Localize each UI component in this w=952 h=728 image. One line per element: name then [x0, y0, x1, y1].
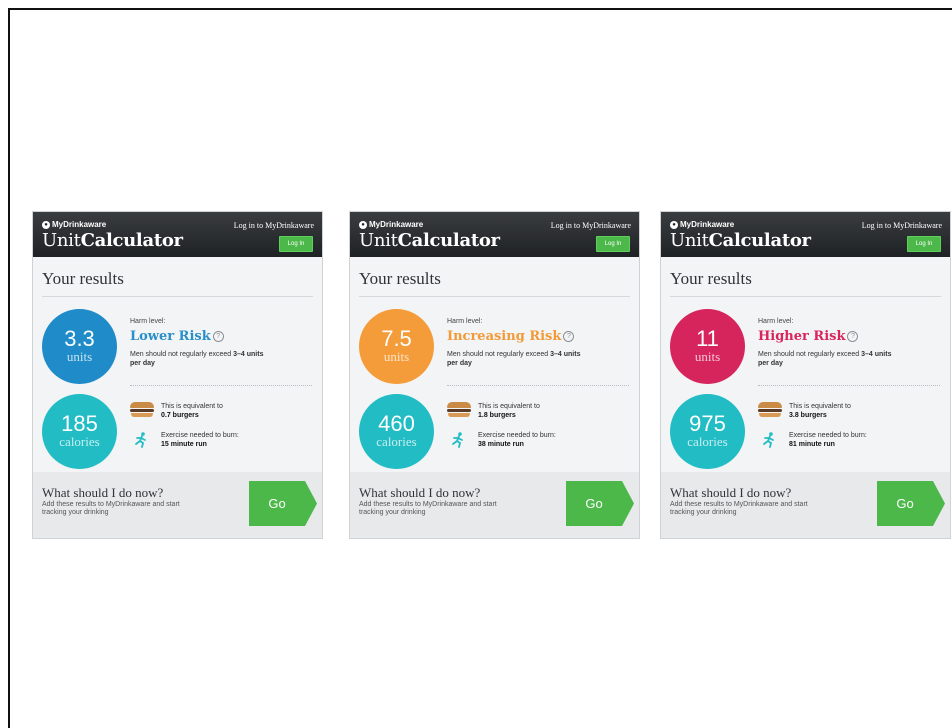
divider: [670, 296, 941, 297]
unit-calculator-card-lower-risk: ● MyDrinkaware UnitCalculator Log in to …: [32, 211, 323, 539]
brand-name: MyDrinkaware: [680, 220, 735, 229]
app-title: UnitCalculator: [359, 230, 500, 251]
log-in-button[interactable]: Log In: [907, 236, 941, 252]
results-heading: Your results: [359, 269, 441, 288]
what-next-text: Add these results to MyDrinkaware and st…: [670, 501, 808, 516]
units-label: units: [694, 349, 721, 364]
exercise-label: Exercise needed to burn:: [161, 432, 239, 439]
running-person-icon: [452, 432, 463, 448]
dotted-divider: [758, 385, 940, 386]
advice-text: Men should not regularly exceed 3–4 unit…: [447, 351, 581, 367]
login-prompt[interactable]: Log in to MyDrinkaware: [862, 221, 942, 230]
equivalent-label: This is equivalent to: [161, 403, 223, 410]
results-heading: Your results: [42, 269, 124, 288]
card-footer: What should I do now? Add these results …: [661, 472, 950, 538]
calories-value: 975: [689, 411, 726, 436]
what-next-text: Add these results to MyDrinkaware and st…: [42, 501, 180, 516]
advice-text: Men should not regularly exceed 3–4 unit…: [758, 351, 892, 367]
equivalent-label: This is equivalent to: [789, 403, 851, 410]
info-icon[interactable]: ?: [563, 331, 575, 342]
harm-level-label: Harm level:: [130, 318, 166, 325]
go-button-label[interactable]: Go: [877, 481, 933, 526]
units-label: units: [66, 349, 93, 364]
calories-value: 460: [378, 411, 415, 436]
calories-circle: 975 calories: [670, 394, 745, 469]
drinkaware-logo-icon: ●: [42, 220, 50, 229]
harm-level-value: Higher Risk?: [758, 329, 859, 344]
units-value: 3.3: [64, 326, 95, 351]
calories-label: calories: [687, 434, 728, 449]
unit-calculator-card-increasing-risk: ● MyDrinkaware UnitCalculator Log in to …: [349, 211, 640, 539]
harm-level-label: Harm level:: [758, 318, 794, 325]
exercise-label: Exercise needed to burn:: [478, 432, 556, 439]
info-icon[interactable]: ?: [847, 331, 859, 342]
info-icon[interactable]: ?: [212, 331, 224, 342]
burger-icon: [447, 402, 471, 417]
units-value: 7.5: [381, 326, 412, 351]
equivalent-value: 3.8 burgers: [789, 412, 827, 419]
running-person-icon: [135, 432, 146, 448]
equivalent-value: 0.7 burgers: [161, 412, 199, 419]
app-title: UnitCalculator: [42, 230, 183, 251]
calories-label: calories: [376, 434, 417, 449]
card-header: ● MyDrinkaware UnitCalculator Log in to …: [33, 212, 322, 257]
units-circle: 3.3 units: [42, 309, 117, 384]
equivalent-label: This is equivalent to: [478, 403, 540, 410]
divider: [359, 296, 630, 297]
log-in-button[interactable]: Log In: [279, 236, 313, 252]
units-circle: 7.5 units: [359, 309, 434, 384]
advice-text: Men should not regularly exceed 3–4 unit…: [130, 351, 264, 367]
units-value: 11: [696, 326, 719, 351]
dotted-divider: [130, 385, 312, 386]
running-person-icon: [763, 432, 774, 448]
unit-calculator-card-higher-risk: ● MyDrinkaware UnitCalculator Log in to …: [660, 211, 951, 539]
login-prompt[interactable]: Log in to MyDrinkaware: [234, 221, 314, 230]
exercise-value: 38 minute run: [478, 441, 524, 448]
go-button-label[interactable]: Go: [249, 481, 305, 526]
burger-icon: [130, 402, 154, 417]
card-footer: What should I do now? Add these results …: [350, 472, 639, 538]
brand-logo: ● MyDrinkaware: [670, 220, 734, 229]
calories-label: calories: [59, 434, 100, 449]
log-in-button[interactable]: Log In: [596, 236, 630, 252]
go-button-label[interactable]: Go: [566, 481, 622, 526]
what-next-heading: What should I do now?: [359, 485, 481, 500]
harm-level-value: Increasing Risk?: [447, 329, 575, 344]
login-prompt[interactable]: Log in to MyDrinkaware: [551, 221, 631, 230]
brand-name: MyDrinkaware: [369, 220, 424, 229]
exercise-label: Exercise needed to burn:: [789, 432, 867, 439]
card-header: ● MyDrinkaware UnitCalculator Log in to …: [661, 212, 950, 257]
app-title: UnitCalculator: [670, 230, 811, 251]
calories-value: 185: [61, 411, 98, 436]
brand-name: MyDrinkaware: [52, 220, 107, 229]
harm-level-value: Lower Risk?: [130, 329, 224, 344]
units-circle: 11 units: [670, 309, 745, 384]
burger-icon: [758, 402, 782, 417]
results-heading: Your results: [670, 269, 752, 288]
exercise-value: 15 minute run: [161, 441, 207, 448]
brand-logo: ● MyDrinkaware: [359, 220, 423, 229]
harm-level-label: Harm level:: [447, 318, 483, 325]
calories-circle: 185 calories: [42, 394, 117, 469]
exercise-value: 81 minute run: [789, 441, 835, 448]
equivalent-value: 1.8 burgers: [478, 412, 516, 419]
card-footer: What should I do now? Add these results …: [33, 472, 322, 538]
calories-circle: 460 calories: [359, 394, 434, 469]
drinkaware-logo-icon: ●: [670, 220, 678, 229]
what-next-heading: What should I do now?: [42, 485, 164, 500]
what-next-text: Add these results to MyDrinkaware and st…: [359, 501, 497, 516]
brand-logo: ● MyDrinkaware: [42, 220, 106, 229]
divider: [42, 296, 313, 297]
dotted-divider: [447, 385, 629, 386]
what-next-heading: What should I do now?: [670, 485, 792, 500]
drinkaware-logo-icon: ●: [359, 220, 367, 229]
card-header: ● MyDrinkaware UnitCalculator Log in to …: [350, 212, 639, 257]
units-label: units: [383, 349, 410, 364]
